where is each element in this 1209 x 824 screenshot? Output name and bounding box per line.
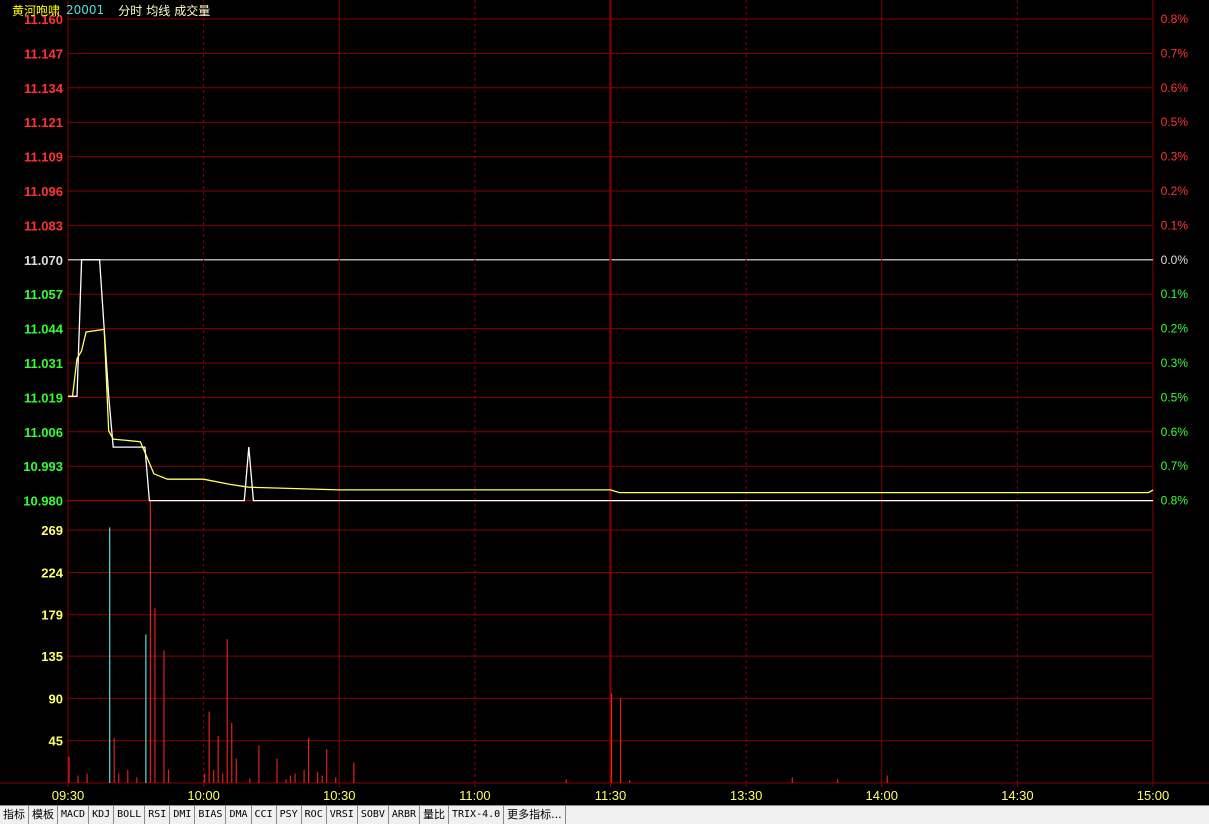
- tab-12[interactable]: VRSI: [327, 806, 358, 824]
- tab-2[interactable]: MACD: [58, 806, 90, 824]
- percent-tick-label: 0.3%: [1161, 356, 1189, 370]
- price-tick-label: 10.980: [23, 494, 63, 509]
- tab-5[interactable]: RSI: [145, 806, 171, 824]
- price-tick-label: 11.019: [24, 390, 63, 405]
- tab-7[interactable]: BIAS: [195, 806, 227, 824]
- indicator-tab-bar: 指标 模板 MACD KDJ BOLL RSI DMI BIAS DMA CCI PSY ROC VRS…: [0, 805, 1209, 824]
- volume-tick-label: 135: [41, 649, 63, 664]
- price-tick-label: 11.096: [24, 184, 63, 199]
- tab-9[interactable]: CCI: [252, 806, 277, 824]
- volume-tick-label: 45: [49, 734, 63, 749]
- percent-tick-label: 0.8%: [1161, 12, 1189, 26]
- time-tick-label: 09:30: [52, 788, 85, 803]
- percent-tick-label: 0.7%: [1161, 46, 1189, 60]
- percent-tick-label: 0.2%: [1161, 184, 1189, 198]
- tab-16[interactable]: TRIX-4.0: [449, 806, 505, 824]
- tab-3[interactable]: KDJ: [89, 806, 115, 824]
- tab-11[interactable]: ROC: [302, 806, 327, 824]
- chart-canvas[interactable]: 11.160 0.8%11.147 0.7%11.134 0.6%11.121 0.5%…: [0, 0, 1209, 805]
- time-tick-label: 14:00: [865, 788, 898, 803]
- intraday-chart[interactable]: 11.160 0.8% 11.147 0.7% 11.134 0.6% 11.121 0.5%…: [0, 0, 1209, 805]
- tab-4[interactable]: BOLL: [114, 806, 146, 824]
- legend-item-volume: 成交量: [174, 3, 211, 18]
- time-tick-label: 11:30: [595, 788, 627, 803]
- tab-1[interactable]: 模板: [29, 806, 58, 824]
- price-tick-label: 11.031: [24, 356, 63, 371]
- tab-14[interactable]: ARBR: [389, 806, 420, 824]
- tab-0[interactable]: 指标: [0, 806, 29, 824]
- percent-tick-label: 0.6%: [1161, 425, 1189, 439]
- tab-15[interactable]: 量比: [420, 806, 449, 824]
- tab-8[interactable]: DMA: [226, 806, 252, 824]
- time-tick-label: 13:30: [730, 788, 763, 803]
- price-tick-label: 11.070: [24, 253, 63, 268]
- legend-item-avg-line: 均线: [146, 3, 171, 18]
- time-tick-label: 10:00: [187, 788, 220, 803]
- time-tick-label: 15:00: [1137, 788, 1170, 803]
- tab-6[interactable]: DMI: [170, 806, 196, 824]
- percent-tick-label: 0.1%: [1161, 287, 1189, 301]
- time-tick-label: 10:30: [323, 788, 356, 803]
- percent-tick-label: 0.1%: [1161, 218, 1189, 232]
- stock-code: 20001: [66, 3, 105, 17]
- volume-tick-label: 179: [41, 608, 63, 623]
- indicator-legend: 分时 均线 成交量: [118, 2, 210, 19]
- price-tick-label: 11.109: [24, 150, 63, 165]
- price-tick-label: 11.057: [24, 287, 63, 302]
- tab-13[interactable]: SOBV: [358, 806, 389, 824]
- stock-name: 黄河咆啸: [12, 3, 61, 18]
- percent-tick-label: 0.5%: [1161, 115, 1189, 129]
- time-tick-label: 11:00: [459, 788, 491, 803]
- price-tick-label: 11.147: [24, 46, 63, 61]
- price-tick-label: 11.134: [24, 81, 64, 96]
- percent-tick-label: 0.8%: [1161, 494, 1189, 508]
- percent-tick-label: 0.2%: [1161, 322, 1189, 336]
- percent-tick-label: 0.5%: [1161, 390, 1189, 404]
- price-tick-label: 11.083: [24, 218, 63, 233]
- percent-tick-label: 0.7%: [1161, 459, 1189, 473]
- volume-tick-label: 224: [41, 565, 63, 580]
- price-tick-label: 11.044: [24, 322, 64, 337]
- tab-10[interactable]: PSY: [277, 806, 302, 824]
- time-tick-label: 14:30: [1001, 788, 1034, 803]
- volume-tick-label: 269: [41, 523, 63, 538]
- percent-tick-label: 0.0%: [1161, 253, 1189, 267]
- price-tick-label: 11.006: [24, 425, 63, 440]
- price-tick-label: 10.993: [23, 459, 63, 474]
- legend-item-timeshare: 分时: [118, 3, 143, 18]
- price-tick-label: 11.121: [24, 115, 63, 130]
- percent-tick-label: 0.6%: [1161, 81, 1189, 95]
- chart-header: 黄河咆啸 20001 分时 均线 成交量: [12, 2, 210, 18]
- tab-17[interactable]: 更多指标...: [504, 806, 566, 824]
- volume-tick-label: 90: [49, 691, 63, 706]
- percent-tick-label: 0.3%: [1161, 150, 1189, 164]
